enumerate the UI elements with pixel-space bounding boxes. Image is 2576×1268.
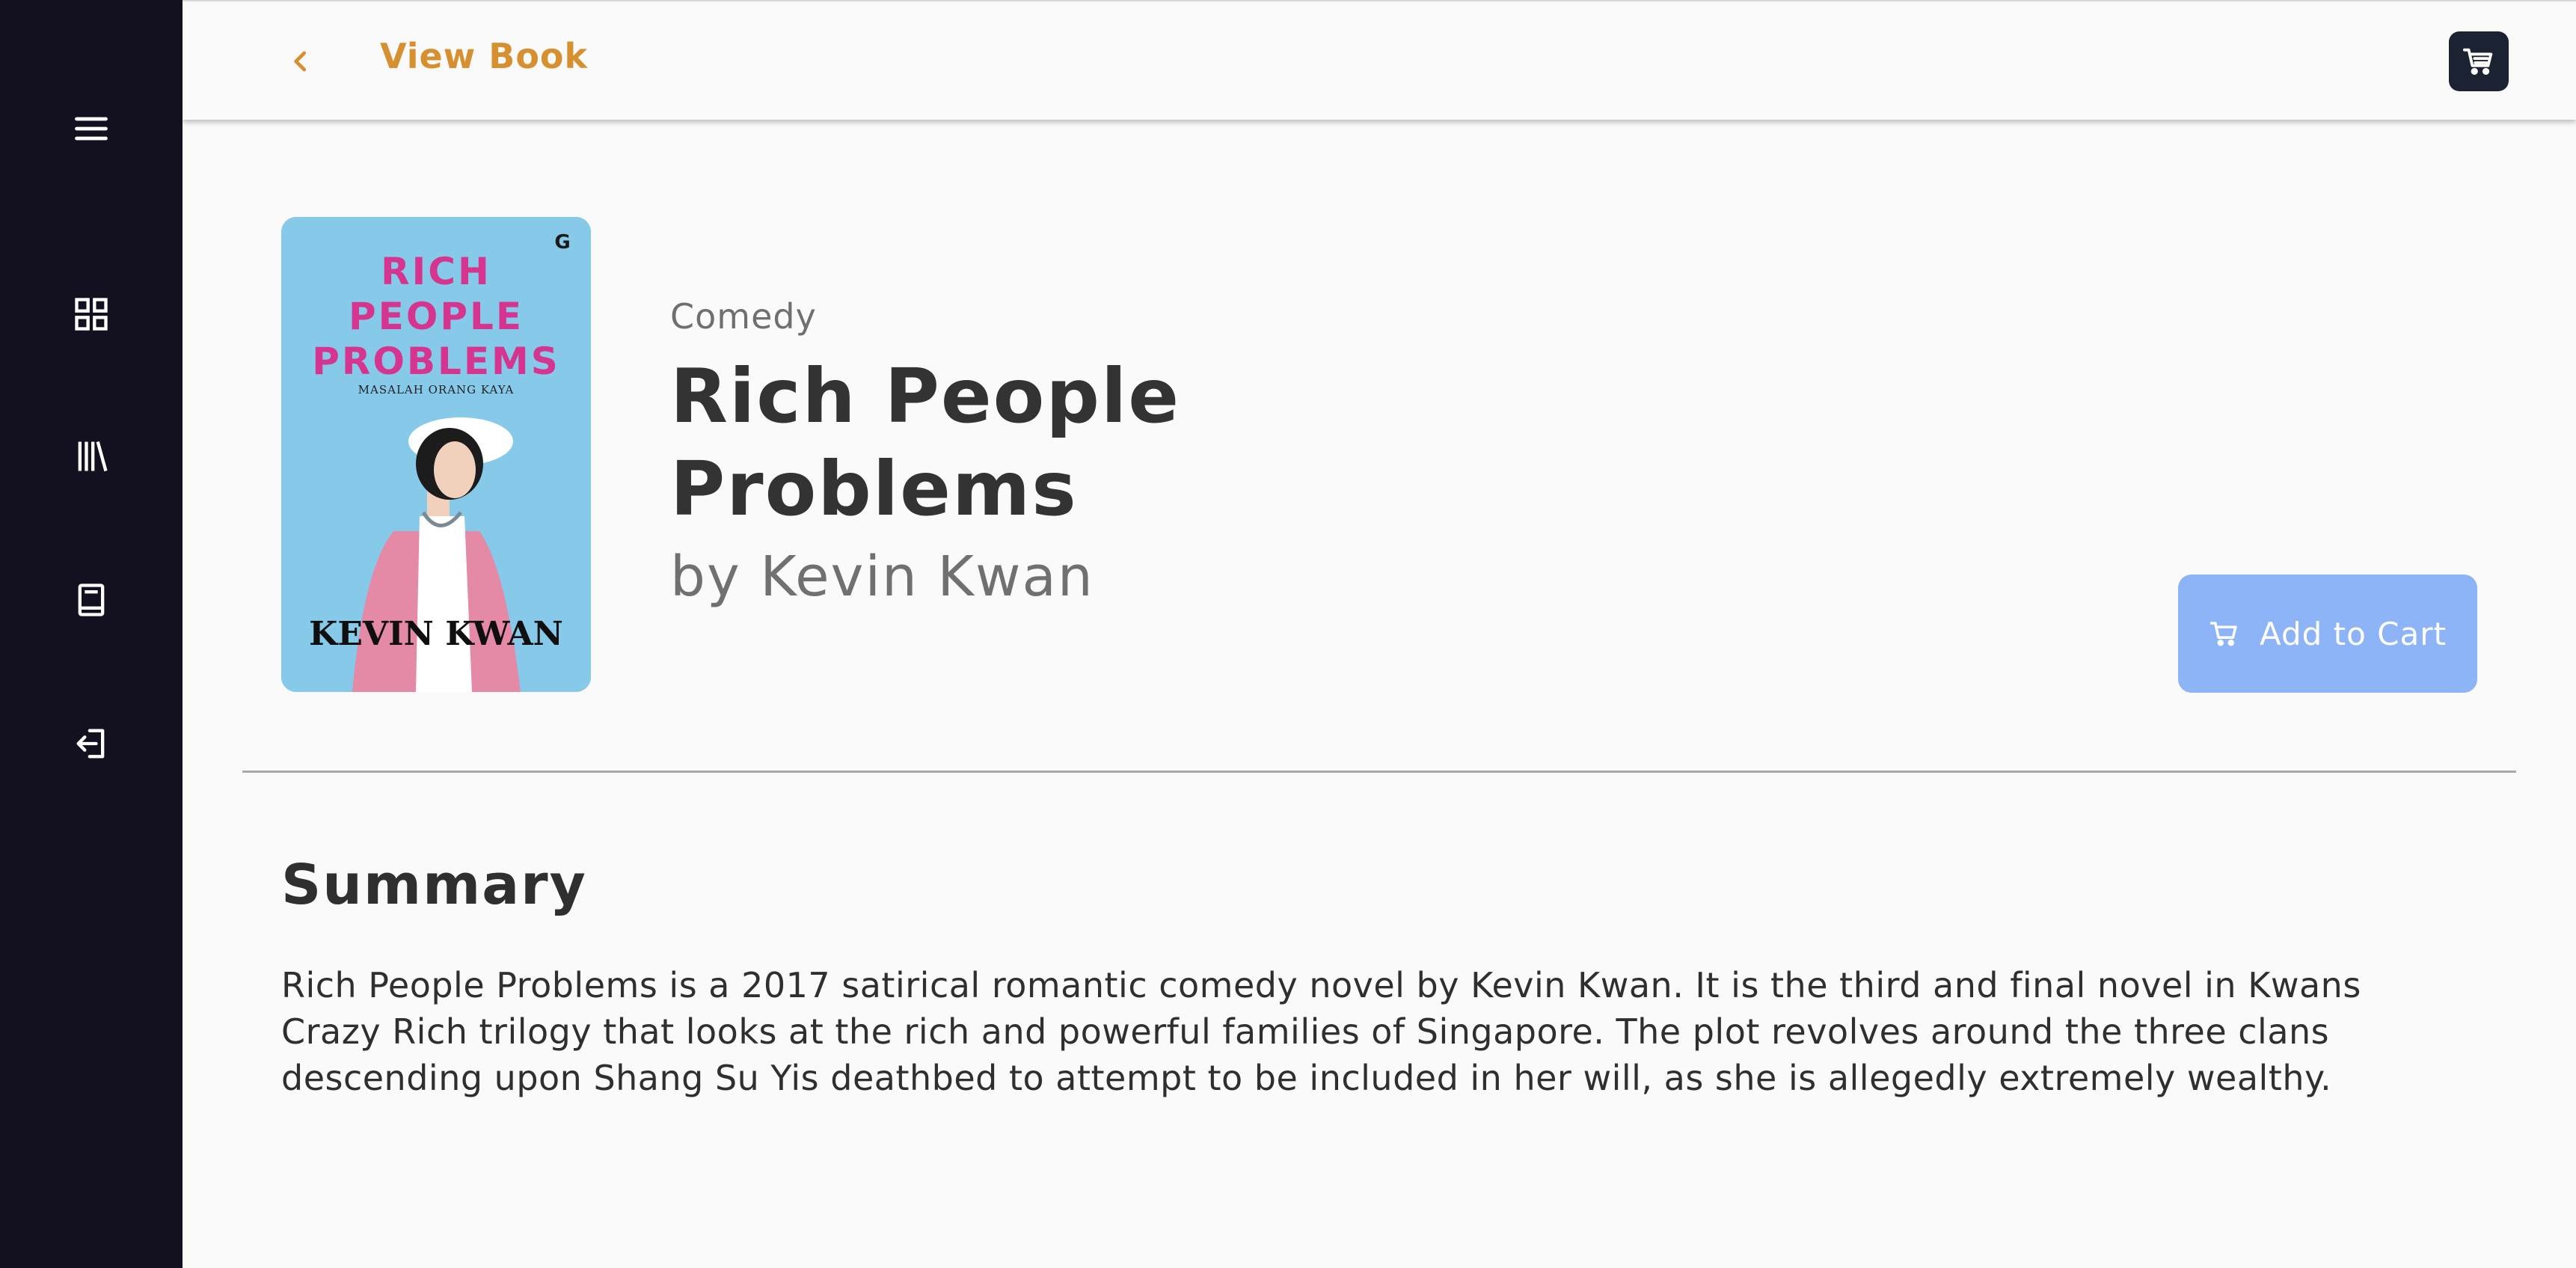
cover-illustration: G RICH PEOPLE PROBLEMS MASALAH ORANG KAY…	[281, 217, 591, 692]
book-icon	[78, 584, 105, 616]
summary-text: Rich People Problems is a 2017 satirical…	[281, 965, 2361, 1098]
add-to-cart-button[interactable]: Add to Cart	[2178, 575, 2477, 693]
sidebar	[0, 0, 183, 1268]
menu-icon	[75, 117, 108, 141]
cover-subtitle: MASALAH ORANG KAYA	[358, 383, 515, 396]
page-title: View Book	[380, 36, 589, 76]
sidebar-item-library[interactable]	[54, 419, 129, 494]
cover-title-line1: RICH	[381, 250, 491, 293]
divider	[242, 771, 2516, 773]
cover-title-line2: PEOPLE	[349, 295, 524, 338]
book-cover-image: G RICH PEOPLE PROBLEMS MASALAH ORANG KAY…	[281, 217, 591, 692]
library-icon	[78, 441, 108, 472]
top-bar: View Book	[183, 0, 2576, 120]
book-genre: Comedy	[670, 296, 817, 337]
sidebar-item-logout[interactable]	[54, 706, 129, 781]
menu-button[interactable]	[54, 91, 129, 166]
cart-button[interactable]	[2449, 31, 2509, 91]
add-to-cart-label: Add to Cart	[2260, 615, 2447, 652]
book-title: Rich People Problems	[670, 352, 1181, 533]
cover-title-line3: PROBLEMS	[312, 340, 560, 383]
cart-icon	[2209, 622, 2237, 646]
book-author: by Kevin Kwan	[670, 545, 1094, 609]
sidebar-item-books[interactable]	[54, 563, 129, 637]
grid-icon	[75, 298, 108, 331]
logout-icon	[76, 729, 105, 759]
chevron-left-icon	[294, 51, 307, 72]
sidebar-item-dashboard[interactable]	[54, 277, 129, 352]
cover-publisher: G	[554, 231, 570, 254]
back-button[interactable]	[271, 33, 331, 90]
cover-author: KEVIN KWAN	[309, 615, 563, 653]
cart-icon	[2462, 48, 2493, 76]
summary-heading: Summary	[281, 853, 587, 917]
